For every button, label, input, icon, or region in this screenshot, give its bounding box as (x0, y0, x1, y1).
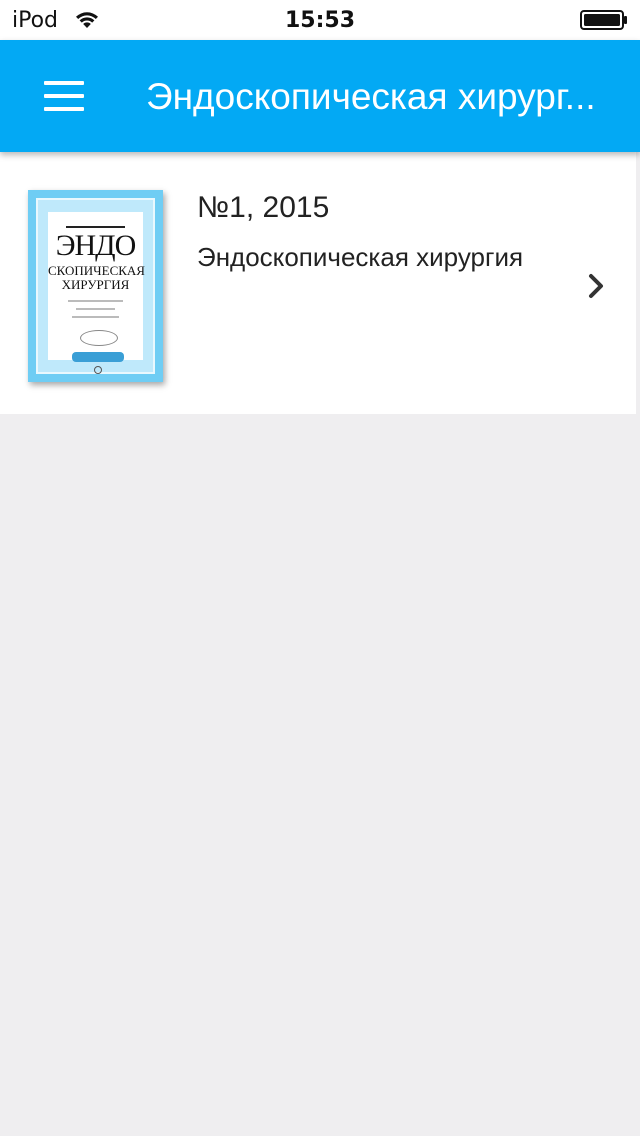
empty-list-area (0, 414, 640, 1136)
hamburger-menu-icon[interactable] (34, 68, 94, 124)
cover-text-line (68, 300, 123, 302)
chevron-right-icon[interactable] (586, 272, 608, 300)
issue-cover-image: ЭНДО скопическая хирургия (28, 190, 163, 382)
issue-number: №1, 2015 (197, 191, 330, 224)
menu-line (44, 81, 84, 85)
issue-journal-name: Эндоскопическая хирургия (197, 242, 524, 272)
cover-paper: ЭНДО скопическая хирургия (48, 212, 145, 374)
page-title: Эндоскопическая хирург... (146, 76, 596, 117)
cover-emblem (80, 330, 118, 346)
publisher-logo-icon (94, 366, 102, 374)
cover-text-line (72, 316, 119, 318)
cover-logo-top: ЭНДО (55, 229, 137, 262)
menu-line (44, 107, 84, 111)
cover-logo-bottom: скопическая хирургия (48, 263, 145, 292)
cover-text-line (76, 308, 115, 310)
cover-rule (66, 226, 125, 228)
status-time: 15:53 (284, 8, 356, 33)
status-bar: iPod 15:53 (0, 0, 640, 40)
cover-border: ЭНДО скопическая хирургия (36, 198, 155, 374)
issue-list-item[interactable]: ЭНДО скопическая хирургия №1, 2015 Эндос… (0, 152, 636, 414)
screen: iPod 15:53 Эндоскопическая хирург... ЭНД… (0, 0, 640, 1136)
menu-line (44, 94, 84, 98)
app-bar: Эндоскопическая хирург... (0, 40, 640, 152)
cover-badge (72, 352, 124, 362)
battery-full-icon (580, 10, 627, 30)
